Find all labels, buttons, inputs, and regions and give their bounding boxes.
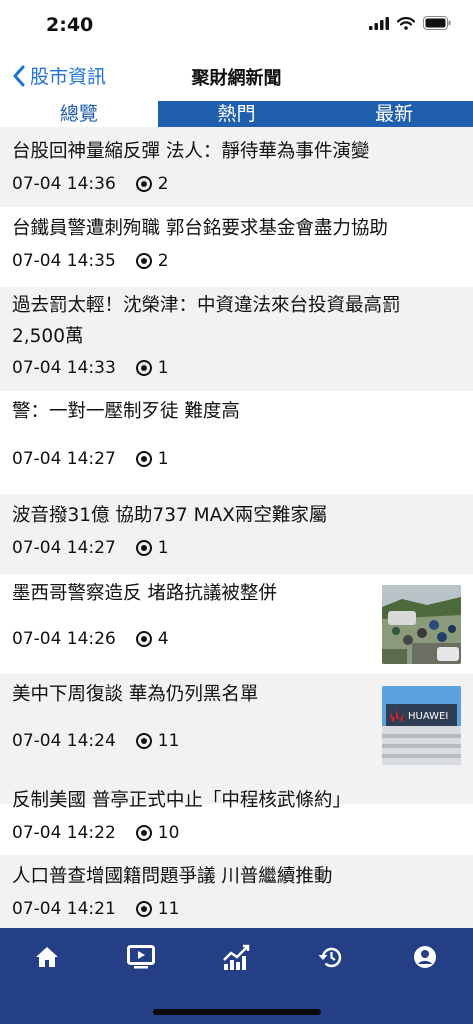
news-item[interactable]: 人口普查增國籍問題爭議 川普繼續推動 07-04 14:21 11 xyxy=(0,855,473,928)
news-meta: 07-04 14:33 1 xyxy=(12,358,169,378)
news-item[interactable]: 波音撥31億 協助737 MAX兩空難家屬 07-04 14:27 1 xyxy=(0,494,473,574)
wifi-icon xyxy=(397,16,415,30)
category-tabs: 總覽 熱門 最新 xyxy=(0,101,473,130)
news-meta: 07-04 14:22 10 xyxy=(12,823,179,843)
back-button[interactable]: 股市資訊 xyxy=(12,62,106,89)
news-time: 07-04 14:35 xyxy=(12,251,116,271)
news-views: 10 xyxy=(157,823,180,843)
news-thumbnail: HUAWEI xyxy=(382,686,461,765)
news-title: 美中下周復談 華為仍列黑名單 xyxy=(12,684,259,705)
news-time: 07-04 14:22 xyxy=(12,823,116,843)
views-icon xyxy=(135,360,152,376)
views-icon xyxy=(135,825,152,841)
news-views: 2 xyxy=(157,251,169,271)
news-views: 2 xyxy=(157,174,169,194)
views-icon xyxy=(135,540,152,556)
views-icon xyxy=(135,733,152,749)
home-icon xyxy=(36,947,58,967)
battery-icon xyxy=(423,16,451,30)
history-icon xyxy=(318,947,342,968)
tab-latest[interactable]: 最新 xyxy=(315,101,473,127)
news-views: 11 xyxy=(157,731,180,751)
navigation-bar: 股市資訊 聚財網新聞 xyxy=(0,52,473,100)
home-indicator[interactable] xyxy=(153,1009,321,1015)
news-meta: 07-04 14:26 4 xyxy=(12,629,169,649)
views-icon xyxy=(135,176,152,192)
video-icon xyxy=(127,945,155,969)
news-views: 1 xyxy=(157,538,169,558)
tab-popular[interactable]: 熱門 xyxy=(158,101,316,127)
news-title-line: 2,500萬 xyxy=(12,326,84,347)
news-item[interactable]: 墨西哥警察造反 堵路抗議被整併 07-04 14:26 4 xyxy=(0,574,473,674)
tab-home[interactable] xyxy=(25,942,69,972)
tab-history[interactable] xyxy=(308,942,352,972)
status-icons xyxy=(369,16,451,30)
news-views: 4 xyxy=(157,629,169,649)
status-time: 2:40 xyxy=(46,14,94,36)
chart-icon xyxy=(223,944,250,970)
news-title: 警：一對一壓制歹徒 難度高 xyxy=(12,401,240,422)
news-views: 1 xyxy=(157,449,169,469)
news-meta: 07-04 14:36 2 xyxy=(12,174,169,194)
news-title-line: 過去罰太輕！沈榮津：中資違法來台投資最高罰 xyxy=(12,295,401,316)
news-meta: 07-04 14:27 1 xyxy=(12,538,169,558)
news-time: 07-04 14:24 xyxy=(12,731,116,751)
news-title: 波音撥31億 協助737 MAX兩空難家屬 xyxy=(12,505,328,526)
news-list: 台股回神量縮反彈 法人：靜待華為事件演變 07-04 14:36 2 台鐵員警遭… xyxy=(0,127,473,928)
news-item[interactable]: 警：一對一壓制歹徒 難度高 07-04 14:27 1 xyxy=(0,391,473,494)
tab-overview[interactable]: 總覽 xyxy=(0,101,158,130)
news-time: 07-04 14:27 xyxy=(12,449,116,469)
news-item[interactable]: 台股回神量縮反彈 法人：靜待華為事件演變 07-04 14:36 2 xyxy=(0,127,473,207)
news-meta: 07-04 14:24 11 xyxy=(12,731,179,751)
news-item[interactable]: 過去罰太輕！沈榮津：中資違法來台投資最高罰 2,500萬 07-04 14:33… xyxy=(0,287,473,391)
views-icon xyxy=(135,631,152,647)
news-time: 07-04 14:26 xyxy=(12,629,116,649)
status-bar: 2:40 xyxy=(0,0,473,50)
news-title: 台股回神量縮反彈 法人：靜待華為事件演變 xyxy=(12,141,370,162)
chevron-left-icon xyxy=(13,65,25,86)
news-meta: 07-04 14:35 2 xyxy=(12,251,169,271)
news-title: 反制美國 普亭正式中止「中程核武條約」 xyxy=(12,790,351,811)
news-time: 07-04 14:33 xyxy=(12,358,116,378)
news-title: 墨西哥警察造反 堵路抗議被整併 xyxy=(12,583,277,604)
news-views: 11 xyxy=(157,899,180,919)
news-title: 台鐵員警遭刺殉職 郭台銘要求基金會盡力協助 xyxy=(12,218,388,239)
news-time: 07-04 14:21 xyxy=(12,899,116,919)
news-thumbnail xyxy=(382,585,461,664)
news-item[interactable]: 台鐵員警遭刺殉職 郭台銘要求基金會盡力協助 07-04 14:35 2 xyxy=(0,207,473,287)
views-icon xyxy=(135,901,152,917)
huawei-building-photo: HUAWEI xyxy=(382,686,461,765)
tab-chart[interactable] xyxy=(214,942,258,972)
news-meta: 07-04 14:21 11 xyxy=(12,899,179,919)
views-icon xyxy=(135,451,152,467)
tab-video[interactable] xyxy=(119,942,163,972)
signal-icon xyxy=(369,16,389,30)
tab-account[interactable] xyxy=(403,942,447,972)
views-icon xyxy=(135,253,152,269)
protest-photo xyxy=(382,585,461,664)
news-meta: 07-04 14:27 1 xyxy=(12,449,169,469)
news-views: 1 xyxy=(157,358,169,378)
huawei-logo-text: HUAWEI xyxy=(408,711,448,722)
account-icon xyxy=(414,946,436,968)
back-label: 股市資訊 xyxy=(30,66,107,88)
news-title: 人口普查增國籍問題爭議 川普繼續推動 xyxy=(12,866,333,887)
news-time: 07-04 14:36 xyxy=(12,174,116,194)
news-time: 07-04 14:27 xyxy=(12,538,116,558)
